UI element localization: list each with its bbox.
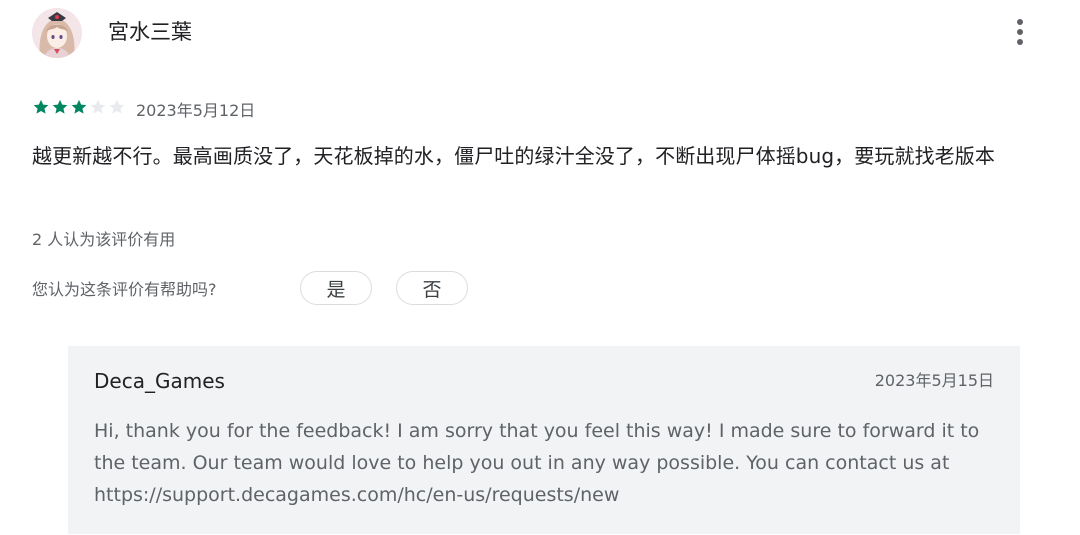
star-filled-icon xyxy=(33,99,49,114)
star-rating xyxy=(32,98,126,116)
helpful-question: 您认为这条评价有帮助吗? xyxy=(32,280,217,299)
developer-reply-text: Hi, thank you for the feedback! I am sor… xyxy=(94,420,980,506)
avatar[interactable] xyxy=(32,8,82,58)
helpful-count: 2 人认为该评价有用 xyxy=(32,230,176,249)
developer-reply-date: 2023年5月15日 xyxy=(874,371,994,390)
review-date: 2023年5月12日 xyxy=(136,101,256,120)
review-text: 越更新越不行。最高画质没了，天花板掉的水，僵尸吐的绿汁全没了，不断出现尸体摇bu… xyxy=(32,144,995,168)
review-author-name: 宮水三葉 xyxy=(108,20,192,44)
more-vert-icon xyxy=(1017,19,1023,45)
developer-name: Deca_Games xyxy=(94,369,225,393)
star-filled-icon xyxy=(71,99,87,114)
star-empty-icon xyxy=(109,99,125,114)
review-card: 宮水三葉 2023年5月12日 越更新越不行。最高画质没了，天花板掉的水，僵尸吐… xyxy=(0,0,1080,535)
star-empty-icon xyxy=(90,99,106,114)
helpful-no-button[interactable]: 否 xyxy=(396,271,468,305)
developer-reply: Deca_Games 2023年5月15日 Hi, thank you for … xyxy=(68,346,1020,534)
star-filled-icon xyxy=(52,99,68,114)
helpful-yes-button[interactable]: 是 xyxy=(300,271,372,305)
more-options-button[interactable] xyxy=(1004,14,1036,50)
